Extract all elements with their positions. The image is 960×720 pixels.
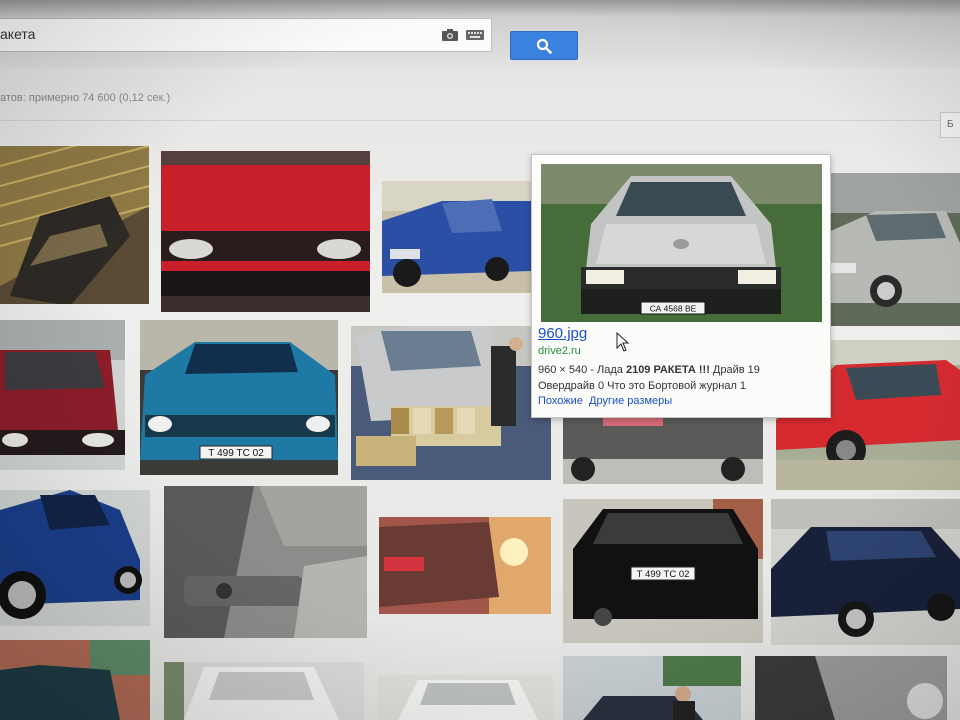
search-query-text: акета [0, 26, 36, 42]
plate-text: Т 499 ТС 02 [208, 448, 264, 459]
image-lada-people[interactable] [563, 656, 741, 720]
side-tab-button[interactable]: Б [940, 112, 960, 138]
image-silver-lada-show[interactable] [351, 326, 551, 480]
image-blue-lada-side[interactable] [382, 181, 531, 293]
mouse-pointer-icon [616, 332, 630, 352]
image-green-lada-bottom[interactable] [0, 640, 150, 720]
preview-image[interactable]: СА 4568 ВЕ [541, 164, 822, 322]
plate-text: Т 499 ТС 02 [637, 569, 690, 580]
image-dark-lada-bottom[interactable] [755, 656, 947, 720]
image-turquoise-lada-front[interactable]: Т 499 ТС 02 [140, 320, 338, 475]
preview-plate-text: СА 4568 ВЕ [650, 304, 697, 314]
image-maroon-lada-front[interactable] [0, 320, 125, 470]
results-count: атов: примерно 74 600 (0,12 сек.) [0, 92, 171, 104]
image-black-lada-side[interactable] [771, 499, 960, 645]
image-white-lada-raketa-2[interactable] [378, 675, 553, 720]
header-divider [0, 120, 960, 121]
preview-suffix-text: Драйв 19 [709, 364, 760, 376]
preview-size-text: 960 × 540 - Лада [538, 364, 626, 376]
image-white-lada-raketa-1[interactable] [164, 662, 364, 720]
magnifier-icon [536, 38, 552, 54]
image-preview-card[interactable]: СА 4568 ВЕ 960.jpg drive2.ru 960 × 540 -… [531, 154, 831, 418]
keyboard-icon[interactable] [466, 30, 484, 40]
preview-description: 960 × 540 - Лада 2109 РАКЕТА !!! Драйв 1… [538, 364, 760, 376]
image-interior-gear-shift[interactable] [164, 486, 367, 638]
other-sizes-link[interactable]: Другие размеры [589, 395, 672, 407]
image-gold-car-grille[interactable] [0, 146, 149, 304]
image-lada-rear-sunset[interactable] [379, 517, 551, 614]
search-button[interactable] [510, 31, 578, 60]
image-blue-lada-wheels[interactable] [0, 490, 150, 626]
camera-icon[interactable] [442, 29, 458, 41]
image-grey-lada-rear[interactable] [563, 414, 763, 484]
search-input[interactable]: акета [0, 18, 492, 52]
image-black-lada-rear[interactable]: Т 499 ТС 02 [563, 499, 763, 643]
image-silver-lada-tuned[interactable] [826, 173, 960, 326]
image-red-lada-front[interactable] [161, 151, 370, 312]
preview-description-line2: Овердрайв 0 Что это Бортовой журнал 1 [538, 380, 747, 392]
preview-title-bold: 2109 РАКЕТА !!! [625, 364, 710, 376]
browser-screen: акета атов: примерно 74 600 (0,12 сек.) … [0, 0, 960, 720]
similar-link[interactable]: Похожие [538, 395, 583, 407]
preview-domain-link[interactable]: drive2.ru [538, 345, 581, 357]
preview-links: Похожие Другие размеры [538, 395, 672, 407]
search-header: акета [0, 0, 960, 68]
preview-filename-link[interactable]: 960.jpg [538, 325, 587, 342]
